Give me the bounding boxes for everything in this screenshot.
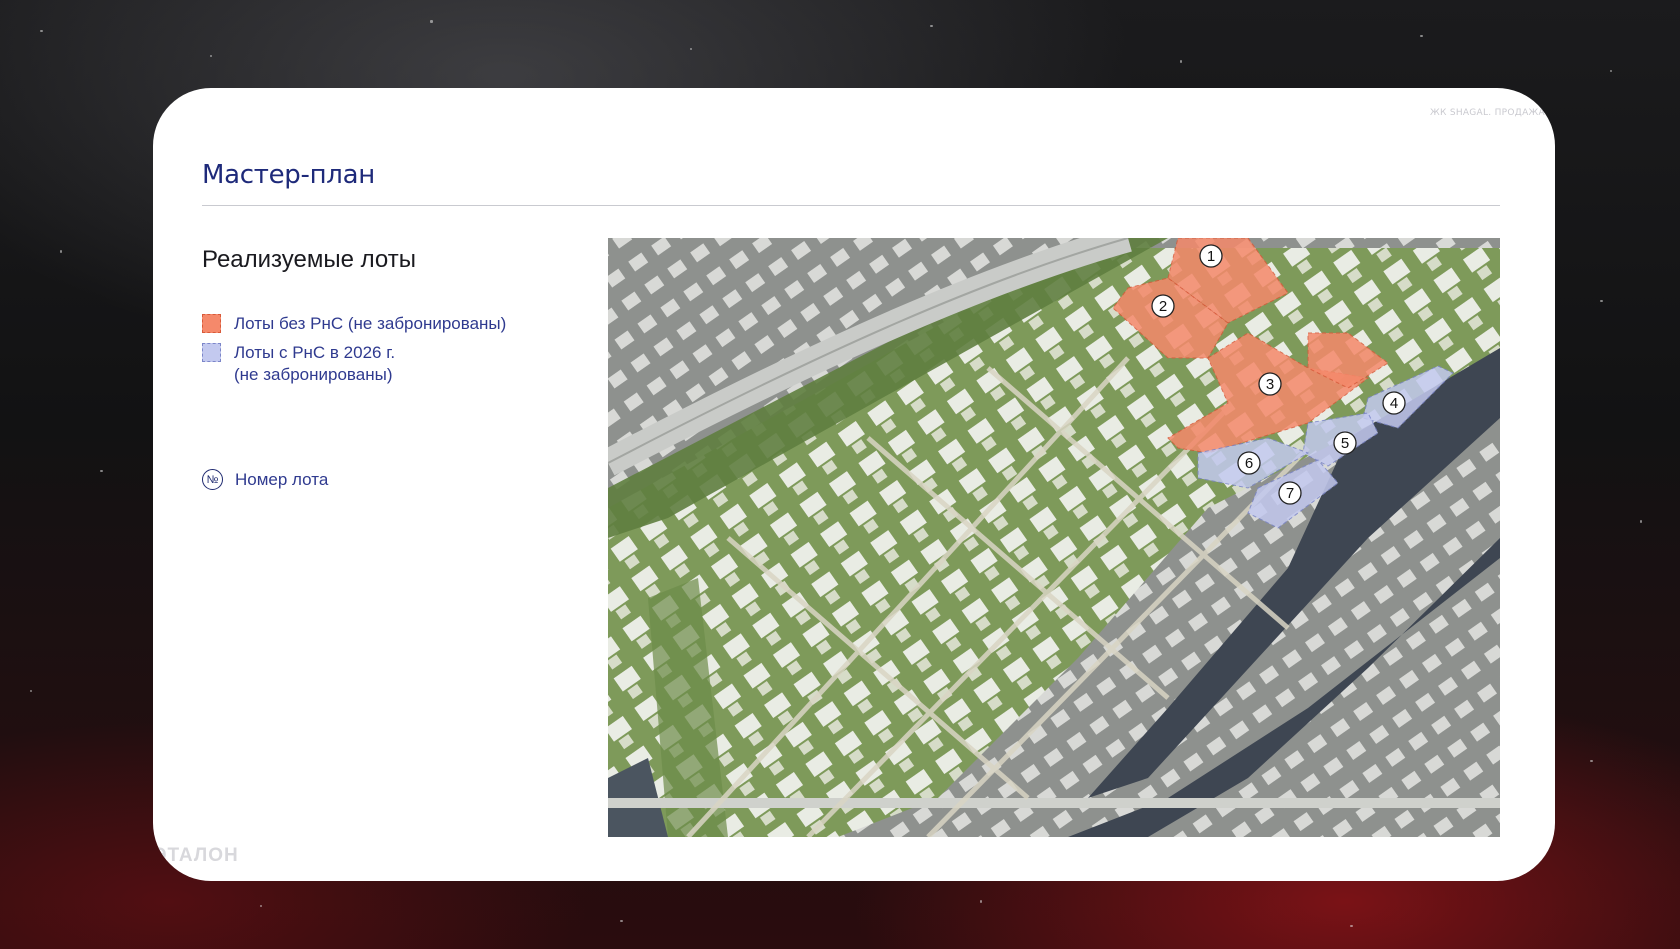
- lot-number-label: 1: [1207, 248, 1215, 265]
- speck: [1640, 520, 1642, 523]
- lot-number-label: 6: [1245, 455, 1253, 472]
- presentation-slide: ЖК SHAGAL. ПРОДАЖА Мастер-план Реализуем…: [153, 88, 1555, 881]
- section-title: Реализуемые лоты: [202, 246, 416, 273]
- blue-swatch-icon: [202, 343, 221, 362]
- legend-label-line2: (не забронированы): [234, 365, 393, 384]
- lot-number-label: 7: [1286, 485, 1294, 502]
- lot-badge: 6: [1237, 451, 1261, 475]
- speck: [100, 470, 103, 472]
- title-divider: [202, 205, 1500, 206]
- lot-badge: 5: [1333, 431, 1357, 455]
- lot-badge: 3: [1258, 372, 1282, 396]
- bottom-road: [608, 798, 1500, 808]
- speck: [1350, 925, 1353, 927]
- map-illustration: 1 2 3 4 5 6 7: [608, 238, 1500, 837]
- lot-badge: 4: [1382, 391, 1406, 415]
- lot-number-label: 5: [1341, 435, 1349, 452]
- speck: [1600, 300, 1603, 302]
- top-caption: ЖК SHAGAL. ПРОДАЖА: [1429, 108, 1545, 118]
- lot-number-label: 2: [1159, 298, 1167, 315]
- lot-number-label: 4: [1390, 395, 1398, 412]
- legend-item-permit-2026: Лоты с РнС в 2026 г. (не забронированы): [202, 342, 395, 386]
- speck: [210, 55, 212, 57]
- page-title: Мастер-план: [202, 160, 375, 190]
- orange-swatch-icon: [202, 314, 221, 333]
- speck: [620, 920, 623, 922]
- legend-item-unbooked-no-permit: Лоты без РнС (не забронированы): [202, 313, 506, 335]
- lot-badge: 7: [1278, 481, 1302, 505]
- brand-logo: ЭТАЛОН: [153, 845, 239, 866]
- speck: [1610, 70, 1612, 72]
- speck: [430, 20, 433, 23]
- lot-badge: 1: [1199, 244, 1223, 268]
- legend-item-lot-number: № Номер лота: [202, 469, 328, 491]
- speck: [690, 48, 692, 50]
- speck: [930, 25, 933, 27]
- speck: [1590, 760, 1593, 762]
- speck: [40, 30, 43, 32]
- legend-label: Лоты без РнС (не забронированы): [234, 314, 507, 333]
- speck: [980, 900, 982, 903]
- speck: [260, 905, 262, 907]
- lot-badge: 2: [1151, 294, 1175, 318]
- lot-number-label: 3: [1266, 376, 1274, 393]
- legend-label: Лоты с РнС в 2026 г.: [234, 343, 396, 362]
- speck: [60, 250, 62, 253]
- number-sign-icon: №: [202, 469, 223, 490]
- speck: [1420, 35, 1423, 37]
- speck: [30, 690, 32, 692]
- legend-label: Номер лота: [235, 470, 329, 489]
- master-plan-map: 1 2 3 4 5 6 7: [608, 238, 1500, 837]
- speck: [1180, 60, 1182, 63]
